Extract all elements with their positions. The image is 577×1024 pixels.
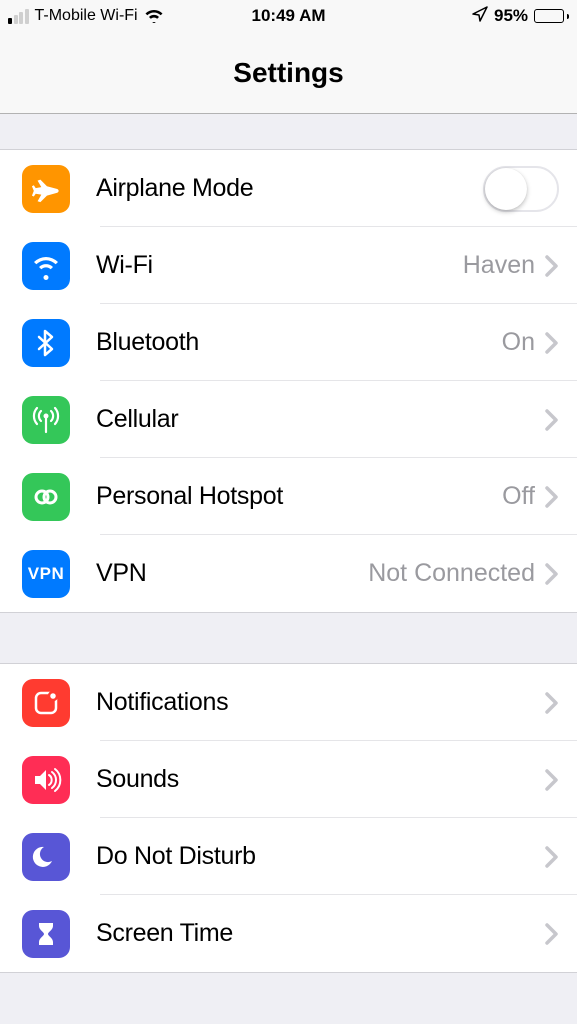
- row-label: Airplane Mode: [96, 174, 483, 203]
- row-label: Bluetooth: [96, 328, 502, 357]
- moon-icon: [22, 833, 70, 881]
- row-vpn[interactable]: VPN VPN Not Connected: [0, 535, 577, 612]
- chevron-right-icon: [545, 332, 559, 354]
- location-icon: [472, 6, 488, 27]
- row-label: VPN: [96, 559, 368, 588]
- clock: 10:49 AM: [252, 6, 326, 26]
- bluetooth-icon: [22, 319, 70, 367]
- battery-percent: 95%: [494, 6, 528, 26]
- status-bar: T-Mobile Wi-Fi 10:49 AM 95%: [0, 0, 577, 32]
- chevron-right-icon: [545, 486, 559, 508]
- row-cellular[interactable]: Cellular: [0, 381, 577, 458]
- row-label: Personal Hotspot: [96, 482, 502, 511]
- row-personal-hotspot[interactable]: Personal Hotspot Off: [0, 458, 577, 535]
- signal-icon: [8, 9, 29, 24]
- chevron-right-icon: [545, 846, 559, 868]
- page-title: Settings: [0, 32, 577, 114]
- row-airplane-mode[interactable]: Airplane Mode: [0, 150, 577, 227]
- chevron-right-icon: [545, 692, 559, 714]
- chevron-right-icon: [545, 769, 559, 791]
- row-sounds[interactable]: Sounds: [0, 741, 577, 818]
- sounds-icon: [22, 756, 70, 804]
- row-screen-time[interactable]: Screen Time: [0, 895, 577, 972]
- airplane-icon: [22, 165, 70, 213]
- row-label: Cellular: [96, 405, 545, 434]
- airplane-toggle[interactable]: [483, 166, 559, 212]
- hotspot-icon: [22, 473, 70, 521]
- cellular-icon: [22, 396, 70, 444]
- row-label: Screen Time: [96, 919, 545, 948]
- row-label: Sounds: [96, 765, 545, 794]
- row-value: Not Connected: [368, 559, 535, 588]
- row-notifications[interactable]: Notifications: [0, 664, 577, 741]
- row-do-not-disturb[interactable]: Do Not Disturb: [0, 818, 577, 895]
- row-value: On: [502, 328, 535, 357]
- row-label: Do Not Disturb: [96, 842, 545, 871]
- chevron-right-icon: [545, 563, 559, 585]
- notifications-icon: [22, 679, 70, 727]
- settings-group-alerts: Notifications Sounds Do Not Disturb Scre…: [0, 663, 577, 973]
- row-wifi[interactable]: Wi-Fi Haven: [0, 227, 577, 304]
- chevron-right-icon: [545, 255, 559, 277]
- row-value: Haven: [463, 251, 535, 280]
- row-label: Wi-Fi: [96, 251, 463, 280]
- battery-icon: [534, 9, 569, 23]
- settings-group-connectivity: Airplane Mode Wi-Fi Haven Bluetooth On C…: [0, 149, 577, 613]
- wifi-status-icon: [144, 9, 164, 23]
- wifi-icon: [22, 242, 70, 290]
- chevron-right-icon: [545, 409, 559, 431]
- row-value: Off: [502, 482, 535, 511]
- carrier-label: T-Mobile Wi-Fi: [35, 7, 138, 25]
- chevron-right-icon: [545, 923, 559, 945]
- hourglass-icon: [22, 910, 70, 958]
- vpn-icon: VPN: [22, 550, 70, 598]
- row-bluetooth[interactable]: Bluetooth On: [0, 304, 577, 381]
- row-label: Notifications: [96, 688, 545, 717]
